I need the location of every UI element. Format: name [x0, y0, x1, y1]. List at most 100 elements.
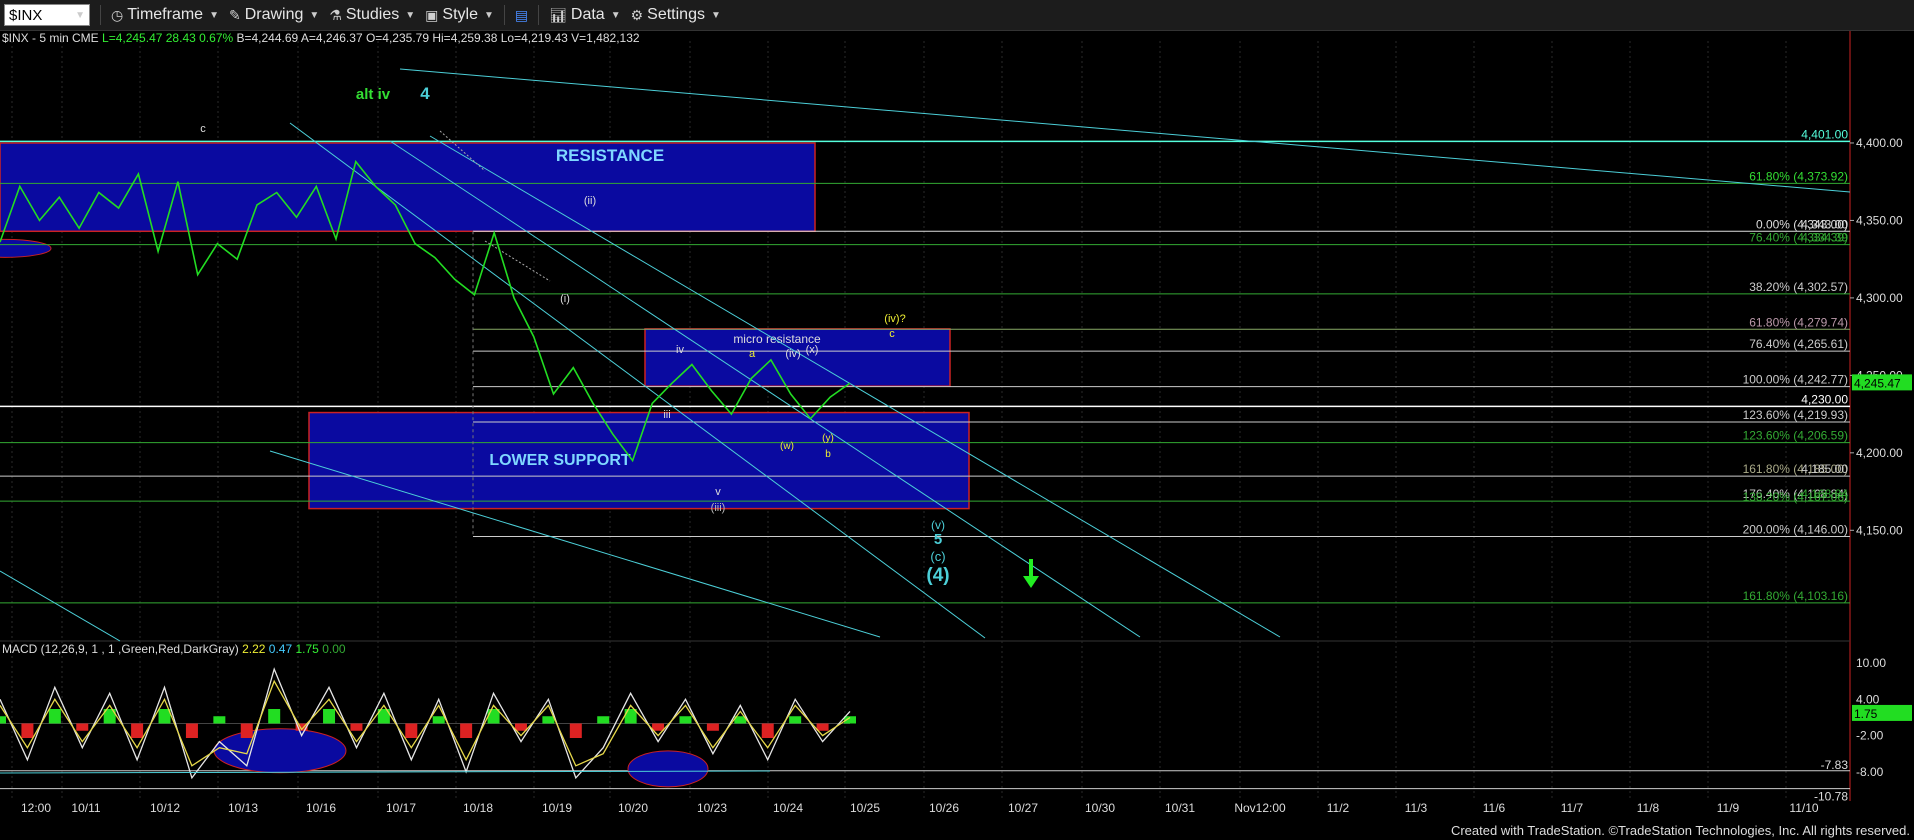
layout-button[interactable]: ▤ — [515, 7, 528, 24]
y-tick-label: 4,350.00 — [1856, 213, 1903, 227]
y-tick-label: 4,400.00 — [1856, 136, 1903, 150]
wave-label: a — [749, 348, 756, 360]
macd-histogram-bar — [542, 716, 555, 724]
x-tick-label: 10/24 — [773, 801, 803, 815]
x-tick-label: 10/23 — [697, 801, 727, 815]
y-tick-label: 4,300.00 — [1856, 291, 1903, 305]
settings-button[interactable]: ⚙ Settings ▼ — [631, 6, 721, 24]
macd-histogram-bar — [323, 709, 336, 724]
divider — [100, 5, 101, 25]
wave-label: (iv)? — [884, 313, 905, 325]
macd-histogram-bar — [514, 723, 527, 731]
chevron-down-icon: ▼ — [483, 9, 494, 21]
macd-histogram-bar — [0, 716, 6, 724]
macd-value: 1.75 — [296, 642, 323, 656]
x-tick-label: 10/12 — [150, 801, 180, 815]
quote-field: 0.67% — [196, 31, 234, 45]
quote-field: Hi=4,259.38 — [429, 31, 498, 45]
style-button[interactable]: ▣ Style ▼ — [425, 6, 494, 24]
macd-histogram-bar — [240, 723, 253, 738]
quote-field: V=1,482,132 — [568, 31, 640, 45]
macd-value: 0.00 — [322, 642, 346, 656]
macd-tick-label: -8.00 — [1856, 765, 1884, 779]
x-tick-label: 12:00 — [21, 801, 51, 815]
x-tick-label: 11/6 — [1483, 801, 1506, 815]
settings-label: Settings — [647, 6, 705, 23]
chevron-down-icon: ▼ — [710, 9, 721, 21]
x-tick-label: 10/17 — [386, 801, 416, 815]
wave-label: (ii) — [584, 195, 596, 207]
macd-histogram-bar — [185, 723, 198, 738]
chart-area[interactable]: 12:00 10/11 10/12 10/13 10/16 10/17 10/18 10/19… — [0, 31, 1914, 822]
wave-label: v — [715, 486, 721, 498]
style-label: Style — [442, 6, 478, 23]
wave-label: (x) — [806, 344, 819, 356]
wave-label: (iv) — [785, 348, 800, 360]
wave-label: (4) — [926, 565, 949, 586]
chevron-down-icon: ▼ — [610, 9, 621, 21]
macd-level-label: -10.78 — [1814, 790, 1848, 804]
symbol-value: $INX — [9, 6, 43, 24]
wave-label: (iii) — [711, 502, 726, 514]
data-label: Data — [570, 6, 605, 23]
x-tick-label: 10/20 — [618, 801, 648, 815]
chevron-down-icon[interactable]: ▼ — [75, 10, 85, 21]
fibonacci-label: 161.80% (4,103.16) — [1743, 589, 1848, 603]
x-tick-label: 10/26 — [929, 801, 959, 815]
x-tick-label: 11/8 — [1637, 801, 1660, 815]
wave-label: (y) — [822, 433, 834, 444]
chevron-down-icon: ▼ — [209, 9, 219, 21]
fibonacci-label: 123.60% (4,206.59) — [1743, 429, 1848, 443]
fibonacci-label: 61.80% (4,373.92) — [1749, 169, 1848, 183]
symbol-input[interactable]: $INX ▼ — [4, 4, 90, 26]
pencil-icon: ✎ — [228, 6, 241, 23]
x-tick-label: 10/31 — [1165, 801, 1195, 815]
clock-icon: ◷ — [111, 6, 124, 23]
macd-tick-label: -2.00 — [1856, 729, 1884, 743]
macd-histogram-bar — [432, 716, 445, 724]
timeframe-label: Timeframe — [127, 6, 204, 23]
macd-title: MACD (12,26,9, 1 , 1 ,Green,Red,DarkGray… — [2, 642, 346, 656]
x-tick-label: 11/7 — [1561, 801, 1584, 815]
gear-icon: ⚙ — [630, 6, 644, 23]
divider — [538, 5, 540, 25]
macd-histogram-bar — [679, 716, 692, 724]
fibonacci-label: 38.20% (4,302.57) — [1749, 280, 1848, 294]
quote-field: O=4,235.79 — [363, 31, 430, 45]
price-level-label: 4,168.84 — [1801, 487, 1848, 501]
drawing-button[interactable]: ✎ Drawing ▼ — [229, 6, 319, 24]
x-tick-label: 11/9 — [1717, 801, 1740, 815]
macd-histogram-bar — [652, 723, 665, 731]
x-tick-label: 10/18 — [463, 801, 493, 815]
copyright-footer: Created with TradeStation. ©TradeStation… — [1450, 823, 1910, 838]
x-tick-label: 10/11 — [71, 801, 100, 815]
macd-histogram-bar — [48, 709, 61, 724]
macd-histogram-bar — [21, 723, 34, 738]
macd-histogram-bar — [624, 709, 637, 724]
macd-value: 0.47 — [269, 642, 296, 656]
style-icon: ▣ — [425, 6, 439, 23]
quote-field: $INX - 5 min CME — [2, 31, 99, 45]
divider — [503, 5, 505, 25]
wave-label: 5 — [934, 531, 942, 548]
studies-button[interactable]: ⚗ Studies ▼ — [329, 6, 415, 24]
fibonacci-label: 200.00% (4,146.00) — [1743, 522, 1848, 536]
y-tick-label: 4,150.00 — [1856, 523, 1903, 537]
quote-field: L=4,245.47 — [99, 31, 163, 45]
wave-label: (v) — [931, 518, 945, 532]
macd-histogram-bar — [597, 716, 610, 724]
fibonacci-label: 76.40% (4,265.61) — [1749, 337, 1848, 351]
macd-histogram-bar — [706, 723, 719, 731]
x-tick-label: 10/27 — [1008, 801, 1038, 815]
fibonacci-label: 61.80% (4,279.74) — [1749, 315, 1848, 329]
chevron-down-icon: ▼ — [405, 9, 416, 21]
data-button[interactable]: 📊︎ Data ▼ — [549, 6, 620, 24]
x-tick-label: 10/16 — [306, 801, 336, 815]
resistance-label: RESISTANCE — [556, 146, 664, 165]
timeframe-button[interactable]: ◷ Timeframe ▼ — [111, 6, 219, 24]
bar-chart-icon: 📊︎ — [549, 6, 567, 23]
wave-label: (c) — [930, 549, 945, 564]
macd-histogram-bar — [213, 716, 226, 724]
wave-label: c — [200, 123, 206, 135]
price-level-label: 4,185.00 — [1801, 462, 1848, 476]
